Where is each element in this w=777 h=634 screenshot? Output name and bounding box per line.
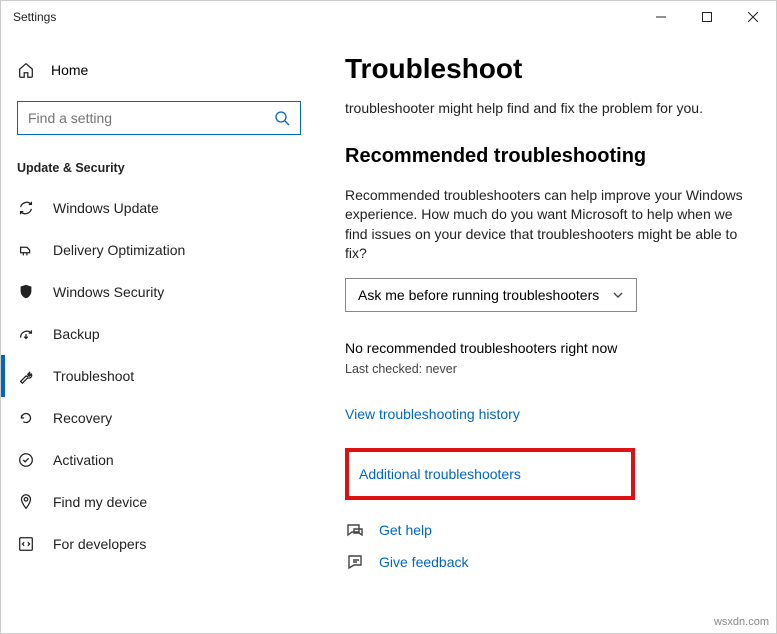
additional-troubleshooters-highlight: Additional troubleshooters [345, 448, 635, 500]
nav-list: Windows Update Delivery Optimization Win… [1, 187, 317, 565]
category-heading: Update & Security [1, 135, 317, 187]
window-title: Settings [13, 10, 638, 24]
titlebar: Settings [1, 1, 776, 33]
sync-icon [17, 199, 35, 217]
recovery-icon [17, 409, 35, 427]
location-icon [17, 493, 35, 511]
home-label: Home [51, 62, 88, 78]
intro-text: troubleshooter might help find and fix t… [345, 99, 746, 119]
page-title: Troubleshoot [345, 53, 746, 85]
watermark: wsxdn.com [714, 616, 769, 628]
sidebar-item-delivery-optimization[interactable]: Delivery Optimization [1, 229, 317, 271]
minimize-button[interactable] [638, 1, 684, 33]
nav-label: Find my device [53, 494, 147, 510]
nav-label: Backup [53, 326, 100, 342]
developer-icon [17, 535, 35, 553]
chevron-down-icon [612, 289, 624, 301]
delivery-icon [17, 241, 35, 259]
additional-troubleshooters-link[interactable]: Additional troubleshooters [359, 466, 521, 482]
sidebar-item-activation[interactable]: Activation [1, 439, 317, 481]
main-content: Troubleshoot troubleshooter might help f… [317, 33, 776, 633]
sidebar-item-backup[interactable]: Backup [1, 313, 317, 355]
sidebar-item-windows-security[interactable]: Windows Security [1, 271, 317, 313]
status-text: No recommended troubleshooters right now [345, 340, 746, 356]
home-icon [17, 61, 35, 79]
nav-label: For developers [53, 536, 146, 552]
shield-icon [17, 283, 35, 301]
wrench-icon [17, 367, 35, 385]
search-field[interactable] [28, 110, 274, 126]
feedback-icon [345, 552, 365, 572]
dropdown-value: Ask me before running troubleshooters [358, 287, 599, 303]
sidebar-item-troubleshoot[interactable]: Troubleshoot [1, 355, 317, 397]
close-button[interactable] [730, 1, 776, 33]
sidebar: Home Update & Security Windows Update De… [1, 33, 317, 633]
nav-label: Troubleshoot [53, 368, 134, 384]
last-checked-text: Last checked: never [345, 362, 746, 376]
home-button[interactable]: Home [1, 53, 317, 87]
section-heading: Recommended troubleshooting [345, 145, 746, 168]
nav-label: Windows Update [53, 200, 159, 216]
search-input[interactable] [17, 101, 301, 135]
maximize-button[interactable] [684, 1, 730, 33]
history-link[interactable]: View troubleshooting history [345, 406, 746, 422]
sidebar-item-windows-update[interactable]: Windows Update [1, 187, 317, 229]
chat-icon [345, 520, 365, 540]
nav-label: Windows Security [53, 284, 164, 300]
nav-label: Activation [53, 452, 114, 468]
nav-label: Delivery Optimization [53, 242, 185, 258]
sidebar-item-for-developers[interactable]: For developers [1, 523, 317, 565]
backup-icon [17, 325, 35, 343]
section-body: Recommended troubleshooters can help imp… [345, 186, 746, 264]
give-feedback-link[interactable]: Give feedback [345, 552, 746, 572]
nav-label: Recovery [53, 410, 112, 426]
get-help-link[interactable]: Get help [345, 520, 746, 540]
give-feedback-label: Give feedback [379, 554, 469, 570]
sidebar-item-find-my-device[interactable]: Find my device [1, 481, 317, 523]
sidebar-item-recovery[interactable]: Recovery [1, 397, 317, 439]
check-circle-icon [17, 451, 35, 469]
troubleshoot-preference-dropdown[interactable]: Ask me before running troubleshooters [345, 278, 637, 312]
search-icon [274, 110, 290, 126]
get-help-label: Get help [379, 522, 432, 538]
window-controls [638, 1, 776, 33]
